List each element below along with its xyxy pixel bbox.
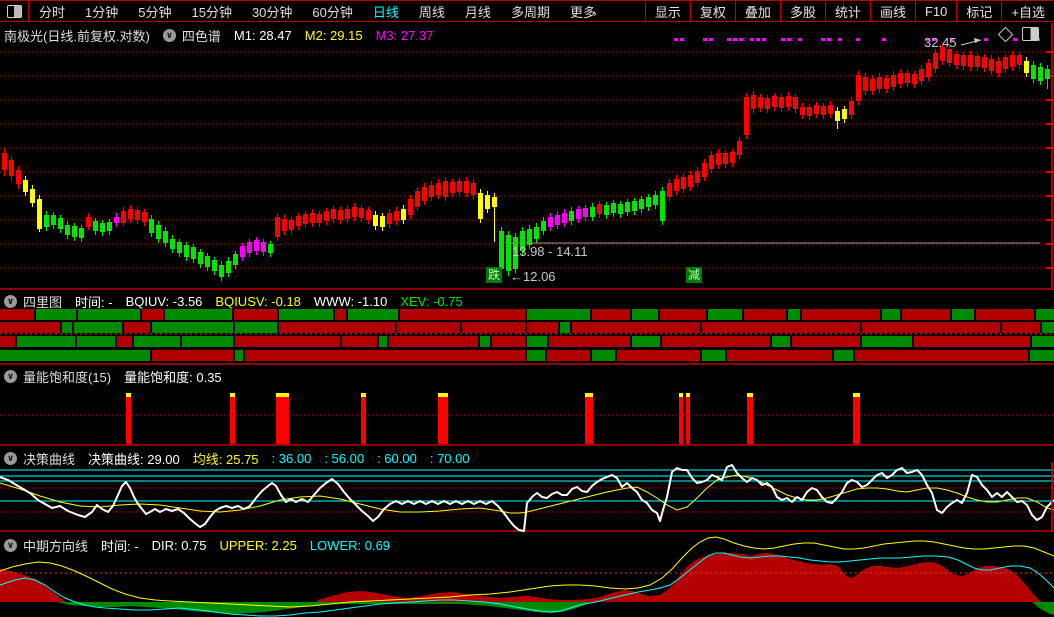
period-item[interactable]: 月线 (455, 2, 501, 21)
period-item[interactable]: 5分钟 (128, 2, 181, 21)
toolbar-button[interactable]: F10 (914, 1, 956, 21)
toolbar-button[interactable]: 多股 (779, 1, 825, 21)
fall-signal-badge: 跌 (486, 267, 502, 283)
header-token: M2: 29.15 (304, 28, 363, 43)
panel-layout-icon[interactable] (1022, 27, 1039, 41)
header-token: : 70.00 (429, 451, 470, 466)
panel2-header: ∨ 四里图 时间: - BQIUV: -3.56 BQIUSV: -0.18 WWW: -… (4, 292, 476, 311)
header-token: M3: 27.37 (375, 28, 434, 43)
collapse-icon[interactable]: ∨ (4, 295, 17, 308)
diamond-marker-icon[interactable] (997, 26, 1014, 42)
period-item[interactable]: 更多 › (560, 2, 607, 21)
header-token: UPPER: 2.25 (219, 538, 297, 553)
collapse-icon[interactable]: ∨ (4, 370, 17, 383)
period-item[interactable]: 15分钟 (181, 2, 241, 21)
volume-saturation-bars (0, 393, 1054, 444)
panel3-header: ∨ 量能饱和度(15) 量能饱和度: 0.35 (4, 367, 235, 386)
period-item[interactable]: 周线 (409, 2, 455, 21)
header-token: 四里图 (23, 295, 63, 310)
toolbar-button[interactable]: 复权 (689, 1, 735, 21)
chevron-right-icon: › (589, 7, 597, 20)
header-token: 时间: - (75, 295, 113, 310)
header-token: 量能饱和度(15) (23, 370, 112, 385)
toolbar-button[interactable]: 标记 (956, 1, 1001, 21)
collapse-icon[interactable]: ∨ (4, 539, 17, 552)
header-token: : 56.00 (324, 451, 365, 466)
header-token: : 36.00 (271, 451, 312, 466)
gap-range-label: 13.98 - 14.11 (512, 244, 588, 259)
header-token: M1: 28.47 (233, 28, 292, 43)
collapse-icon[interactable]: ∨ (162, 29, 176, 42)
split-window-icon (6, 4, 22, 18)
header-token: BQIUV: -3.56 (125, 294, 203, 309)
period-item[interactable]: 日线 (363, 2, 409, 21)
period-item[interactable]: 30分钟 (242, 2, 302, 21)
header-token: 中期方向线 (23, 539, 89, 554)
panel5-header: ∨ 中期方向线 时间: - DIR: 0.75 UPPER: 2.25 LOWER: 0.… (4, 536, 403, 555)
header-token: DIR: 0.75 (151, 538, 207, 553)
period-item[interactable]: 60分钟 (302, 2, 362, 21)
header-token: XEV: -0.75 (400, 294, 463, 309)
toolbar-button[interactable]: 叠加 (734, 1, 780, 21)
panel4-header: ∨ 决策曲线 决策曲线: 29.00 均线: 25.75 : 36.00 : 56.00:… (4, 449, 483, 468)
toolbar-button[interactable]: 统计 (824, 1, 870, 21)
header-token: 决策曲线 (23, 452, 76, 467)
period-item[interactable]: 多周期 (501, 2, 560, 21)
toolbar: 分时 1分钟 5分钟 15分钟 30分钟 60分钟 日线 周线 月线 多周期 更多 › 显示 复权 叠加… (0, 0, 1054, 22)
header-token: 量能饱和度: 0.35 (124, 370, 222, 385)
low-price-label: ←12.06 (510, 269, 556, 284)
peak-price-label: 32.45 (924, 35, 957, 50)
period-item[interactable]: 分时 (29, 2, 75, 21)
chart-corner-tools (997, 26, 1039, 42)
collapse-icon[interactable]: ∨ (4, 452, 17, 465)
toolbar-button[interactable]: 显示 (644, 1, 690, 21)
layout-toggle-button[interactable] (0, 1, 29, 21)
signal-dots (674, 38, 1040, 41)
toolbar-button[interactable]: 画线 (869, 1, 915, 21)
header-token: LOWER: 0.69 (309, 538, 391, 553)
header-token: 时间: - (101, 539, 139, 554)
header-token: 四色谱 (181, 29, 221, 44)
period-item[interactable]: 1分钟 (75, 2, 128, 21)
main-chart-header: 南极光(日线.前复权.对数) ∨ 四色谱 M1: 28.47 M2: 29.15 M3: … (4, 26, 446, 45)
header-token: 均线: 25.75 (192, 452, 259, 467)
header-token: BQIUSV: -0.18 (215, 294, 301, 309)
header-token: : 60.00 (377, 451, 417, 466)
header-token: WWW: -1.10 (313, 294, 388, 309)
four-color-stripes (0, 309, 1054, 361)
instrument-title: 南极光(日线.前复权.对数) (4, 29, 150, 44)
toolbar-button[interactable]: +自选 (1001, 1, 1054, 21)
reduce-signal-badge: 减 (686, 267, 702, 283)
trading-terminal: 分时 1分钟 5分钟 15分钟 30分钟 60分钟 日线 周线 月线 多周期 更多 › 显示 复权 叠加… (0, 0, 1054, 617)
toolbar-right-menu: 显示 复权 叠加 多股 统计 画线 F10 标记 +自选 (644, 1, 1054, 21)
decision-curves (0, 462, 1054, 532)
period-menu: 分时 1分钟 5分钟 15分钟 30分钟 60分钟 日线 周线 月线 多周期 更多 › (29, 1, 607, 21)
header-token: 决策曲线: 29.00 (88, 452, 180, 467)
